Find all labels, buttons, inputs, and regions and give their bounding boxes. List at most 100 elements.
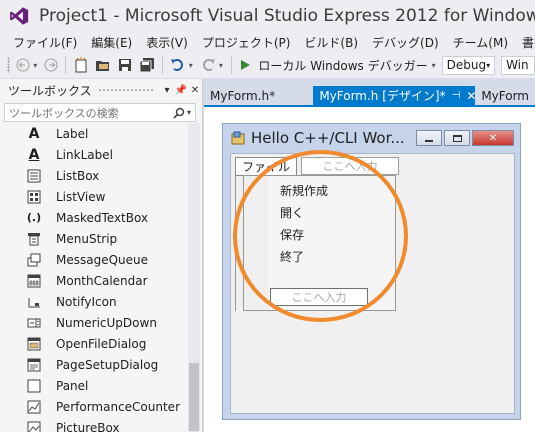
- toolbox-item-maskedtextbox[interactable]: (.) MaskedTextBox: [0, 207, 185, 228]
- close-button[interactable]: ✕: [472, 130, 514, 146]
- toolbox-item-label-text: PageSetupDialog: [56, 357, 159, 372]
- toolbox-item-label-text: OpenFileDialog: [56, 336, 147, 351]
- menu-edit[interactable]: 編集(E): [84, 34, 139, 51]
- toolbox-header-grip[interactable]: [97, 87, 154, 93]
- toolbox-item-performancecounter[interactable]: PerformanceCounter: [0, 396, 185, 417]
- window-title: Project1 - Microsoft Visual Studio Expre…: [39, 6, 535, 26]
- messagequeue-icon: [26, 252, 42, 268]
- listview-icon: [26, 189, 42, 205]
- menu-format[interactable]: 書式(O): [515, 34, 535, 51]
- toolbox-item-label-text: Label: [56, 126, 89, 141]
- tab-myform[interactable]: MyForm: [475, 86, 535, 105]
- chevron-down-icon: ▾: [486, 60, 491, 70]
- toolbar-separator: [162, 56, 163, 74]
- minimize-button[interactable]: [416, 130, 442, 146]
- toolbox-scrollbar-thumb[interactable]: [189, 363, 199, 431]
- new-project-icon[interactable]: [73, 57, 89, 73]
- menu-file[interactable]: ファイル(F): [6, 34, 84, 51]
- menu-debug[interactable]: デバッグ(D): [365, 34, 446, 51]
- platform-select[interactable]: Win: [501, 55, 535, 75]
- undo-icon[interactable]: [170, 57, 186, 73]
- maximize-icon: [452, 134, 462, 142]
- tab-myform-h-design[interactable]: MyForm.h [デザイン]* ⊣ ✕: [313, 86, 476, 105]
- tab-label: MyForm.h*: [210, 88, 276, 103]
- run-target-dropdown-icon[interactable]: ▾: [432, 61, 436, 70]
- maximize-button[interactable]: [444, 130, 470, 146]
- openfiledialog-icon: [26, 336, 42, 352]
- menu-bar: ファイル(F) 編集(E) 表示(V) プロジェクト(P) ビルド(B) デバッ…: [0, 32, 535, 52]
- toolbox-item-panel[interactable]: Panel: [0, 375, 185, 396]
- save-all-icon[interactable]: [139, 57, 155, 73]
- back-dropdown-icon[interactable]: ▾: [33, 61, 37, 70]
- dropdown-icon[interactable]: ▾: [160, 85, 174, 96]
- monthcalendar-icon: [26, 273, 42, 289]
- pin-icon[interactable]: 📌: [174, 85, 188, 96]
- toolbox-item-numericupdown[interactable]: NumericUpDown: [0, 312, 185, 333]
- toolbox-item-label-text: PerformanceCounter: [56, 399, 180, 414]
- menu-build[interactable]: ビルド(B): [297, 34, 365, 51]
- performancecounter-icon: [26, 399, 42, 415]
- toolbox-header: ツールボックス ▾ 📌 ✕: [0, 79, 202, 101]
- toolbox-item-label-text: ListView: [56, 189, 106, 204]
- toolbox-item-label[interactable]: A Label: [0, 123, 185, 144]
- panel-icon: [26, 378, 42, 394]
- close-icon: ✕: [488, 132, 498, 144]
- menustrip-icon: [26, 231, 42, 247]
- toolbox-item-messagequeue[interactable]: MessageQueue: [0, 249, 185, 270]
- maskedtextbox-icon: (.): [26, 211, 42, 224]
- standard-toolbar: ▾ ▾ ▾ ローカル Windows デバッガー ▾ Debug ▾ Win: [0, 52, 535, 78]
- configuration-select[interactable]: Debug ▾: [441, 55, 496, 75]
- pagesetupdialog-icon: [26, 357, 42, 373]
- undo-dropdown-icon[interactable]: ▾: [189, 61, 193, 70]
- search-icon[interactable]: ▾: [173, 107, 191, 119]
- form-app-icon: [231, 131, 245, 145]
- back-icon[interactable]: [16, 57, 30, 73]
- toolbox-item-label-text: NumericUpDown: [56, 315, 157, 330]
- close-icon[interactable]: ✕: [188, 85, 202, 96]
- pin-icon[interactable]: ⊣: [452, 90, 461, 101]
- toolbox-item-notifyicon[interactable]: NotifyIcon: [0, 291, 185, 312]
- listbox-icon: [26, 168, 42, 184]
- menu-project[interactable]: プロジェクト(P): [195, 34, 298, 51]
- highlight-circle: [233, 150, 408, 322]
- tab-label: MyForm: [481, 88, 529, 103]
- tab-myform-h[interactable]: MyForm.h*: [204, 86, 313, 105]
- visual-studio-logo-icon: [10, 7, 29, 25]
- menu-team[interactable]: チーム(M): [446, 34, 515, 51]
- toolbox-item-label-text: LinkLabel: [56, 147, 113, 162]
- toolbar-separator: [230, 56, 232, 74]
- toolbox-search-placeholder: ツールボックスの検索: [9, 106, 119, 120]
- toolbox-item-pagesetupdialog[interactable]: PageSetupDialog: [0, 354, 185, 375]
- redo-dropdown-icon[interactable]: ▾: [219, 61, 223, 70]
- picturebox-icon: [26, 420, 42, 432]
- label-icon: A: [28, 125, 40, 142]
- toolbox-item-menustrip[interactable]: MenuStrip: [0, 228, 185, 249]
- toolbox-item-label-text: NotifyIcon: [56, 294, 117, 309]
- menu-view[interactable]: 表示(V): [139, 34, 195, 51]
- toolbox-item-linklabel[interactable]: A LinkLabel: [0, 144, 185, 165]
- linklabel-icon: A: [28, 146, 40, 163]
- toolbox-item-label-text: MaskedTextBox: [56, 210, 149, 225]
- toolbox-search-input[interactable]: ツールボックスの検索 ▾: [4, 103, 196, 122]
- toolbox-item-listview[interactable]: ListView: [0, 186, 185, 207]
- toolbox-item-listbox[interactable]: ListBox: [0, 165, 185, 186]
- run-target-label[interactable]: ローカル Windows デバッガー: [258, 57, 427, 74]
- toolbar-grip[interactable]: [7, 57, 11, 73]
- forward-icon[interactable]: [44, 57, 58, 73]
- toolbox-item-picturebox[interactable]: PictureBox: [0, 417, 185, 432]
- configuration-value: Debug: [446, 58, 487, 72]
- toolbox-item-openfiledialog[interactable]: OpenFileDialog: [0, 333, 185, 354]
- toolbox-title: ツールボックス: [8, 83, 92, 98]
- redo-icon[interactable]: [200, 57, 216, 73]
- toolbox-item-label-text: MenuStrip: [56, 231, 118, 246]
- toolbox-item-label-text: MonthCalendar: [56, 273, 148, 288]
- toolbox-panel: ツールボックス ▾ 📌 ✕ ツールボックスの検索 ▾ A Label A Lin…: [0, 79, 203, 432]
- start-debugging-icon[interactable]: [239, 57, 252, 73]
- notifyicon-icon: [26, 294, 42, 310]
- tab-label: MyForm.h [デザイン]*: [319, 89, 446, 103]
- toolbox-item-list: A Label A LinkLabel ListBox ListView (.)…: [0, 123, 185, 432]
- toolbox-item-monthcalendar[interactable]: MonthCalendar: [0, 270, 185, 291]
- save-icon[interactable]: [117, 57, 133, 73]
- toolbox-scrollbar[interactable]: [188, 123, 200, 432]
- open-file-icon[interactable]: [95, 57, 111, 73]
